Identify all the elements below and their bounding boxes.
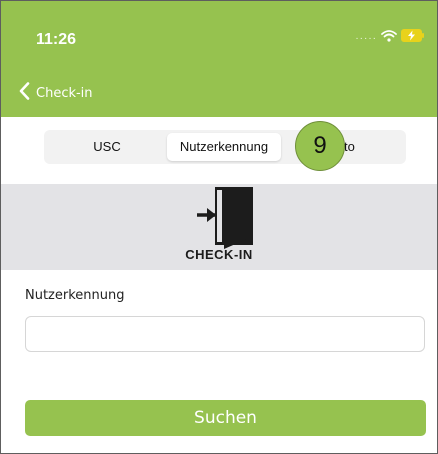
segment-third[interactable]: to bbox=[344, 133, 384, 161]
segmented-control: USC Nutzerkennung to bbox=[44, 130, 406, 164]
field-label: Nutzerkennung bbox=[25, 288, 125, 303]
search-button[interactable]: Suchen bbox=[25, 400, 426, 436]
status-icons: ····· bbox=[355, 29, 425, 47]
signal-dots-icon: ····· bbox=[355, 32, 377, 44]
banner-text: CHECK-IN bbox=[185, 247, 253, 262]
chevron-left-icon bbox=[19, 82, 30, 105]
app-header: 11:26 ····· Check-in bbox=[1, 1, 437, 117]
checkin-banner: CHECK-IN bbox=[1, 184, 437, 270]
segment-nutzerkennung[interactable]: Nutzerkennung bbox=[167, 133, 281, 161]
status-time: 11:26 bbox=[36, 31, 77, 48]
back-button[interactable]: Check-in bbox=[19, 82, 93, 105]
battery-charging-icon bbox=[401, 29, 425, 47]
back-label: Check-in bbox=[36, 86, 93, 101]
app-screen: 11:26 ····· Check-in USC Nutzerkennung t… bbox=[0, 0, 438, 454]
door-enter-icon bbox=[193, 187, 263, 254]
segment-usc[interactable]: USC bbox=[48, 133, 166, 161]
step-number-badge: 9 bbox=[295, 121, 345, 171]
wifi-icon bbox=[381, 29, 397, 47]
user-id-input[interactable] bbox=[25, 316, 425, 352]
